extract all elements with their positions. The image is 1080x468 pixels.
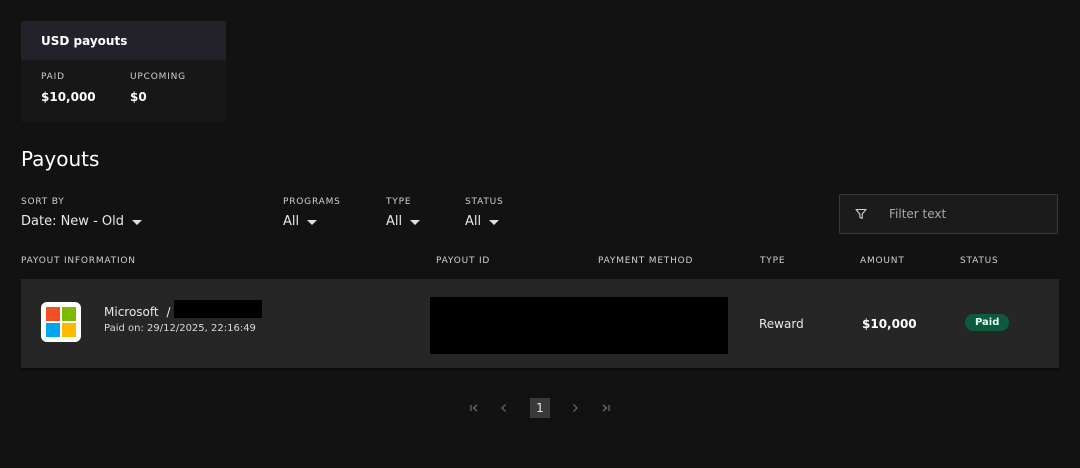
type-filter: TYPE All <box>386 197 421 229</box>
col-type: TYPE <box>760 256 786 266</box>
status-value: All <box>465 214 482 229</box>
status-label: STATUS <box>465 197 504 207</box>
sort-by-label: SORT BY <box>21 197 65 207</box>
paid-label: PAID <box>41 72 65 82</box>
status-filter: STATUS All <box>465 197 504 229</box>
sort-by-filter: SORT BY Date: New - Old <box>21 197 142 229</box>
usd-payouts-card: USD payouts PAID $10,000 UPCOMING $0 <box>21 21 226 122</box>
upcoming-summary: UPCOMING $0 <box>130 72 186 104</box>
type-dropdown[interactable]: All <box>386 214 421 229</box>
redacted-payout-id <box>430 297 728 354</box>
page-title: Payouts <box>21 147 100 171</box>
sort-by-value: Date: New - Old <box>21 214 124 229</box>
col-payout-id: PAYOUT ID <box>436 256 491 266</box>
payout-amount: $10,000 <box>862 317 917 331</box>
program-name: Microsoft / <box>104 305 170 319</box>
status-badge: Paid <box>965 314 1010 331</box>
type-value: All <box>386 214 403 229</box>
funnel-icon <box>855 208 867 220</box>
table-row[interactable]: Microsoft / Paid on: 29/12/2025, 22:16:4… <box>21 279 1059 368</box>
last-page-icon <box>602 404 610 412</box>
caret-down-icon <box>489 219 500 225</box>
last-page-button[interactable] <box>596 398 616 418</box>
col-status: STATUS <box>960 256 999 266</box>
program-separator: / <box>166 305 171 319</box>
paid-summary: PAID $10,000 <box>41 72 96 104</box>
filter-text-box[interactable] <box>839 194 1058 234</box>
caret-down-icon <box>307 219 318 225</box>
type-label: TYPE <box>386 197 412 207</box>
page-1-button[interactable]: 1 <box>530 398 550 418</box>
programs-label: PROGRAMS <box>283 197 341 207</box>
previous-page-button[interactable] <box>494 398 514 418</box>
col-amount: AMOUNT <box>860 256 905 266</box>
programs-dropdown[interactable]: All <box>283 214 341 229</box>
col-payout-information: PAYOUT INFORMATION <box>21 256 136 266</box>
upcoming-value: $0 <box>130 90 147 104</box>
col-payment-method: PAYMENT METHOD <box>598 256 694 266</box>
chevron-right-icon <box>573 404 578 412</box>
programs-filter: PROGRAMS All <box>283 197 341 229</box>
sort-by-dropdown[interactable]: Date: New - Old <box>21 214 142 229</box>
program-label: Microsoft <box>104 305 159 319</box>
paid-value: $10,000 <box>41 90 96 104</box>
redacted-program-detail <box>174 300 262 318</box>
status-dropdown[interactable]: All <box>465 214 504 229</box>
first-page-button[interactable] <box>464 398 484 418</box>
programs-value: All <box>283 214 300 229</box>
caret-down-icon <box>410 219 421 225</box>
chevron-left-icon <box>501 404 506 412</box>
card-title: USD payouts <box>21 21 226 60</box>
next-page-button[interactable] <box>565 398 585 418</box>
paid-on-date: Paid on: 29/12/2025, 22:16:49 <box>104 323 256 334</box>
payout-type: Reward <box>759 317 804 331</box>
filter-text-input[interactable] <box>887 206 1041 222</box>
microsoft-logo-icon <box>41 302 81 342</box>
caret-down-icon <box>132 219 142 225</box>
first-page-icon <box>470 404 478 412</box>
upcoming-label: UPCOMING <box>130 72 186 82</box>
